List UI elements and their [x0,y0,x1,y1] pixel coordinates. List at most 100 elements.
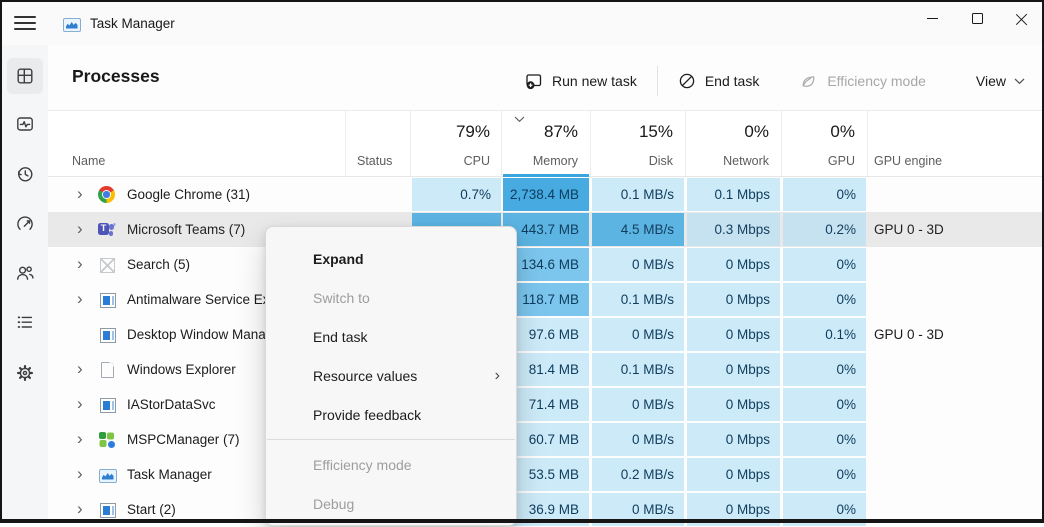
cell-disk: 0.1 MB/s [592,178,684,211]
process-icon [100,503,116,518]
page-title: Processes [72,66,160,87]
sidebar [2,45,48,519]
sidebar-item-details[interactable] [7,304,43,340]
run-new-task-button[interactable]: Run new task [511,63,650,99]
users-icon [15,263,35,283]
cell-network: 0 Mbps [687,458,780,491]
cell-disk: 0.1 MB/s [592,353,684,386]
column-header-status[interactable]: Status [345,111,410,177]
expand-chevron-icon[interactable]: › [77,492,83,525]
menu-item-resource-values[interactable]: Resource values› [266,356,516,395]
menu-item-label: Expand [313,251,364,267]
sidebar-item-performance[interactable] [7,106,43,142]
process-name: MSPCManager (7) [127,422,240,457]
menu-item-provide-feedback[interactable]: Provide feedback [266,395,516,434]
cell-disk: 4.5 MB/s [592,213,684,246]
expand-chevron-icon[interactable]: › [77,282,83,315]
end-task-button[interactable]: End task [665,63,772,99]
menu-item-debug: Debug [266,484,516,523]
sidebar-item-startup-apps[interactable] [7,206,43,242]
cell-gpu: 0% [783,353,866,386]
end-task-label: End task [705,73,759,89]
cell-network: 0 Mbps [687,493,780,526]
process-name: Task Manager [127,457,212,492]
process-name: IAStorDataSvc [127,387,216,422]
close-icon [1015,13,1027,25]
minimize-button[interactable] [910,2,954,36]
close-button[interactable] [998,2,1042,36]
efficiency-mode-label: Efficiency mode [827,73,926,89]
view-button[interactable]: View [963,63,1038,99]
table-row[interactable]: › Microsoft Teams (7) 443.7 MB 4.5 MB/s … [48,212,1044,247]
chevron-down-icon [1014,78,1025,85]
run-new-task-label: Run new task [552,73,637,89]
table-row[interactable]: › Start (2) 36.9 MB 0 MB/s 0 Mbps 0% [48,492,1044,527]
main-content: Processes Run new task End task [48,45,1042,519]
menu-item-end-task[interactable]: End task [266,317,516,356]
process-name: Desktop Window Manager [127,317,285,352]
cell-network: 0 Mbps [687,248,780,281]
cell-gpu-engine [869,458,1043,491]
titlebar: Task Manager [2,2,1042,45]
menu-item-expand[interactable]: Expand [266,239,516,278]
column-header-network[interactable]: 0% Network [687,111,780,177]
column-header-name[interactable]: Name [48,111,345,177]
maximize-button[interactable] [954,2,998,36]
table-row[interactable]: › Desktop Window Manager 97.6 MB 0 MB/s … [48,317,1044,352]
column-header-cpu[interactable]: 79% CPU [412,111,501,177]
table-row[interactable]: › Windows Explorer 81.4 MB 0.1 MB/s 0 Mb… [48,352,1044,387]
menu-item-label: Provide feedback [313,407,421,423]
expand-chevron-icon[interactable]: › [77,177,83,210]
expand-chevron-icon[interactable]: › [77,457,83,490]
menu-item-label: Resource values [313,368,417,384]
menu-item-efficiency-mode: Efficiency mode [266,445,516,484]
cell-network: 0.3 Mbps [687,213,780,246]
cell-cpu: 0.7% [412,178,501,211]
table-header: Name Status 79% CPU 87% Memory 15% Disk [48,110,1044,177]
cell-disk: 0.1 MB/s [592,283,684,316]
table-row[interactable]: › IAStorDataSvc 71.4 MB 0 MB/s 0 Mbps 0% [48,387,1044,422]
table-row[interactable]: › MSPCManager (7) 60.7 MB 0 MB/s 0 Mbps … [48,422,1044,457]
table-row[interactable]: › Google Chrome (31) 0.7% 2,738.4 MB 0.1… [48,177,1044,212]
app-history-icon [15,164,35,184]
cell-gpu: 0% [783,458,866,491]
navigation-menu-button[interactable] [14,16,36,32]
column-header-gpu[interactable]: 0% GPU [783,111,866,177]
table-row[interactable]: › Task Manager 53.5 MB 0.2 MB/s 0 Mbps 0… [48,457,1044,492]
sidebar-item-users[interactable] [7,255,43,291]
startup-apps-icon [15,214,35,234]
expand-chevron-icon[interactable]: › [77,247,83,280]
expand-chevron-icon[interactable]: › [77,422,83,455]
toolbar: Run new task End task Efficiency mode Vi… [511,62,1038,100]
cell-disk: 0 MB/s [592,248,684,281]
process-name: Search (5) [127,247,190,282]
efficiency-mode-button[interactable]: Efficiency mode [786,63,939,99]
cell-status [345,178,410,211]
column-header-gpu-engine[interactable]: GPU engine [869,111,1043,177]
process-name: Start (2) [127,492,176,527]
cell-network: 0.1 Mbps [687,178,780,211]
process-icon [99,469,117,483]
menu-item-label: End task [313,329,367,345]
cell-network: 0 Mbps [687,423,780,456]
process-icon [98,186,115,203]
table-row[interactable]: › Antimalware Service Executable 118.7 M… [48,282,1044,317]
cell-gpu: 0% [783,423,866,456]
process-icon [100,258,115,273]
window-title: Task Manager [90,2,175,45]
sidebar-item-app-history[interactable] [7,156,43,192]
table-row[interactable]: › Search (5) 134.6 MB 0 MB/s 0 Mbps 0% [48,247,1044,282]
expand-chevron-icon[interactable]: › [77,352,83,385]
sidebar-item-services[interactable] [7,355,43,391]
expand-chevron-icon[interactable]: › [77,387,83,420]
sidebar-item-processes[interactable] [7,58,43,94]
performance-icon [15,114,35,134]
column-header-memory[interactable]: 87% Memory [503,111,589,177]
context-menu: ExpandSwitch toEnd taskResource values›P… [265,226,517,526]
column-header-disk[interactable]: 15% Disk [592,111,684,177]
cell-gpu: 0.2% [783,213,866,246]
view-label: View [976,73,1006,89]
minimize-icon [927,18,938,19]
expand-chevron-icon[interactable]: › [77,212,83,245]
cell-disk: 0 MB/s [592,423,684,456]
